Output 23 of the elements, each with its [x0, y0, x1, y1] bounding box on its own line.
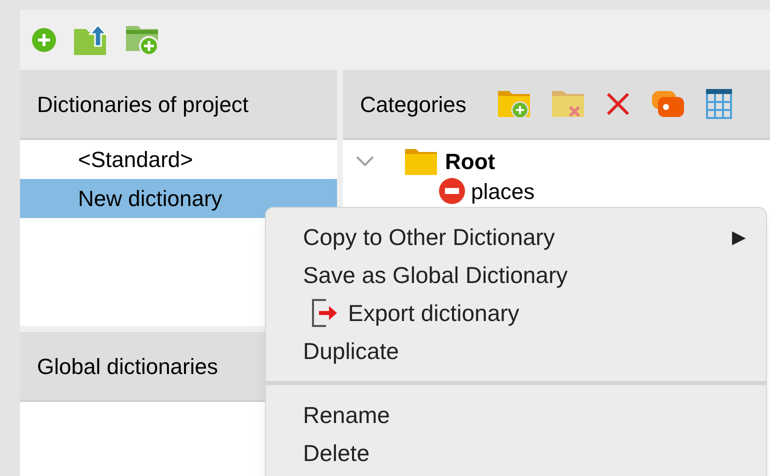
table-icon[interactable] — [706, 89, 732, 119]
dictionary-item[interactable]: New dictionary — [20, 179, 337, 218]
chevron-icon[interactable] — [355, 155, 375, 167]
menu-item[interactable]: Save as Global Dictionary — [266, 256, 766, 294]
tag-icon[interactable] — [652, 91, 684, 117]
panel-title: Dictionaries of project — [37, 90, 249, 119]
close-icon[interactable] — [606, 92, 630, 116]
menu-item[interactable]: Delete — [266, 434, 766, 472]
minus-circle-icon — [439, 178, 465, 204]
menu-item[interactable]: Export dictionary — [266, 294, 766, 332]
folder-add-icon[interactable] — [126, 24, 160, 56]
folder-delete-icon[interactable] — [552, 89, 584, 119]
folder-icon — [405, 147, 437, 175]
panel-title: Categories — [360, 90, 466, 119]
folder-upload-icon[interactable] — [74, 25, 108, 55]
menu-item[interactable]: Duplicate — [266, 332, 766, 370]
folder-add-icon[interactable] — [498, 89, 530, 119]
add-icon[interactable] — [32, 28, 56, 52]
tree-label[interactable]: places — [471, 174, 535, 208]
menu-item[interactable]: Rename — [266, 396, 766, 434]
tree-label[interactable]: Root — [445, 144, 496, 178]
menu-item[interactable]: Copy to Other Dictionary ▶ — [266, 218, 766, 256]
panel-title: Global dictionaries — [37, 352, 218, 380]
